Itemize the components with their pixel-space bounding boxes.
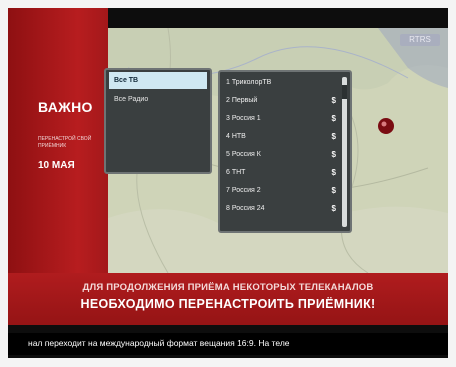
channel-label: 4 НТВ — [226, 133, 246, 140]
announcement-line-1: ДЛЯ ПРОДОЛЖЕНИЯ ПРИЁМА НЕКОТОРЫХ ТЕЛЕКАН… — [82, 282, 374, 293]
channel-item[interactable]: 8 Россия 24 $ — [220, 200, 350, 217]
left-red-banner: ВАЖНО ПЕРЕНАСТРОЙ СВОЙ ПРИЁМНИК 10 МАЯ — [8, 8, 108, 273]
channel-list: 1 ТриколорТВ 2 Первый $ 3 Россия 1 $ 4 Н… — [218, 70, 352, 233]
announcement-line-2: НЕОБХОДИМО ПЕРЕНАСТРОИТЬ ПРИЁМНИК! — [80, 297, 376, 311]
category-menu: Все ТВ Все Радио — [104, 68, 212, 174]
channel-item[interactable]: 6 ТНТ $ — [220, 164, 350, 181]
channel-label: 2 Первый — [226, 97, 258, 104]
channel-label: 7 Россия 2 — [226, 187, 261, 194]
scrambled-badge: $ — [331, 132, 336, 141]
scrambled-badge: $ — [331, 96, 336, 105]
channel-item[interactable]: 1 ТриколорТВ — [220, 74, 350, 91]
tv-screen: RTRS ВАЖНО ПЕРЕНАСТРОЙ СВОЙ ПРИЁМНИК 10 … — [8, 8, 448, 358]
category-item-all-tv[interactable]: Все ТВ — [109, 72, 207, 89]
location-marker — [378, 118, 394, 134]
channel-list-scrollbar[interactable] — [342, 77, 347, 227]
announcement-ribbon: ДЛЯ ПРОДОЛЖЕНИЯ ПРИЁМА НЕКОТОРЫХ ТЕЛЕКАН… — [8, 273, 448, 325]
channel-item[interactable]: 5 Россия К $ — [220, 146, 350, 163]
scrambled-badge: $ — [331, 204, 336, 213]
channel-label: 3 Россия 1 — [226, 115, 261, 122]
news-ticker: нал переходит на международный формат ве… — [8, 333, 448, 355]
channel-item[interactable]: 2 Первый $ — [220, 92, 350, 109]
channel-item[interactable]: 7 Россия 2 $ — [220, 182, 350, 199]
ticker-text: нал переходит на международный формат ве… — [28, 338, 290, 348]
banner-small-text: ПЕРЕНАСТРОЙ СВОЙ ПРИЁМНИК — [38, 136, 92, 149]
scrambled-badge: $ — [331, 186, 336, 195]
channel-label: 6 ТНТ — [226, 169, 246, 176]
scrollbar-thumb[interactable] — [342, 85, 347, 99]
category-item-all-radio[interactable]: Все Радио — [109, 91, 207, 108]
channel-item[interactable]: 4 НТВ $ — [220, 128, 350, 145]
map-logo-chip: RTRS — [400, 34, 440, 46]
scrambled-badge: $ — [331, 168, 336, 177]
banner-date: 10 МАЯ — [38, 160, 75, 171]
tv-frame: RTRS ВАЖНО ПЕРЕНАСТРОЙ СВОЙ ПРИЁМНИК 10 … — [0, 0, 456, 367]
banner-title: ВАЖНО — [38, 99, 93, 115]
channel-label: 1 ТриколорТВ — [226, 79, 272, 86]
channel-label: 5 Россия К — [226, 151, 261, 158]
channel-item[interactable]: 3 Россия 1 $ — [220, 110, 350, 127]
scrambled-badge: $ — [331, 114, 336, 123]
scrambled-badge: $ — [331, 150, 336, 159]
channel-label: 8 Россия 24 — [226, 205, 265, 212]
